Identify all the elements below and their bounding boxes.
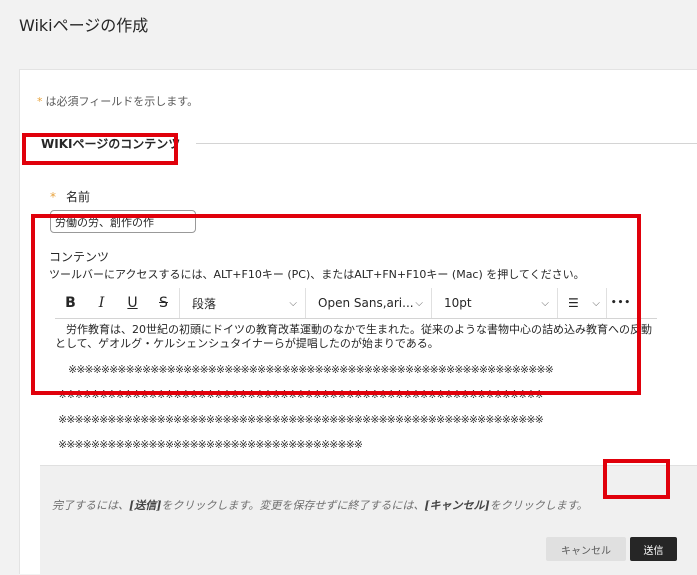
- editor-text-line: ※※※※※※※※※※※※※※※※※※※※※※※※※※※※※※※※※※※※※※※※…: [58, 413, 544, 426]
- page-title: Wikiページの作成: [19, 16, 149, 35]
- section-divider: [196, 143, 697, 144]
- footer-instructions: 完了するには、[送信]をクリックします。変更を保存せずに終了するには、[キャンセ…: [52, 499, 588, 512]
- form-footer: 完了するには、[送信]をクリックします。変更を保存せずに終了するには、[キャンセ…: [40, 465, 697, 575]
- editor-text-line: ※※※※※※※※※※※※※※※※※※※※※※※※※※※※※※※※※※※※※: [58, 438, 363, 451]
- required-note: * は必須フィールドを示します。: [37, 95, 199, 108]
- highlight-box-submit: [603, 459, 670, 499]
- cancel-button[interactable]: キャンセル: [546, 537, 626, 561]
- submit-button[interactable]: 送信: [630, 537, 677, 561]
- highlight-box-editor: [31, 214, 641, 395]
- required-star: *: [37, 95, 43, 108]
- highlight-box-name: [22, 133, 178, 165]
- required-star: *: [50, 190, 56, 204]
- name-label: * 名前: [50, 190, 91, 204]
